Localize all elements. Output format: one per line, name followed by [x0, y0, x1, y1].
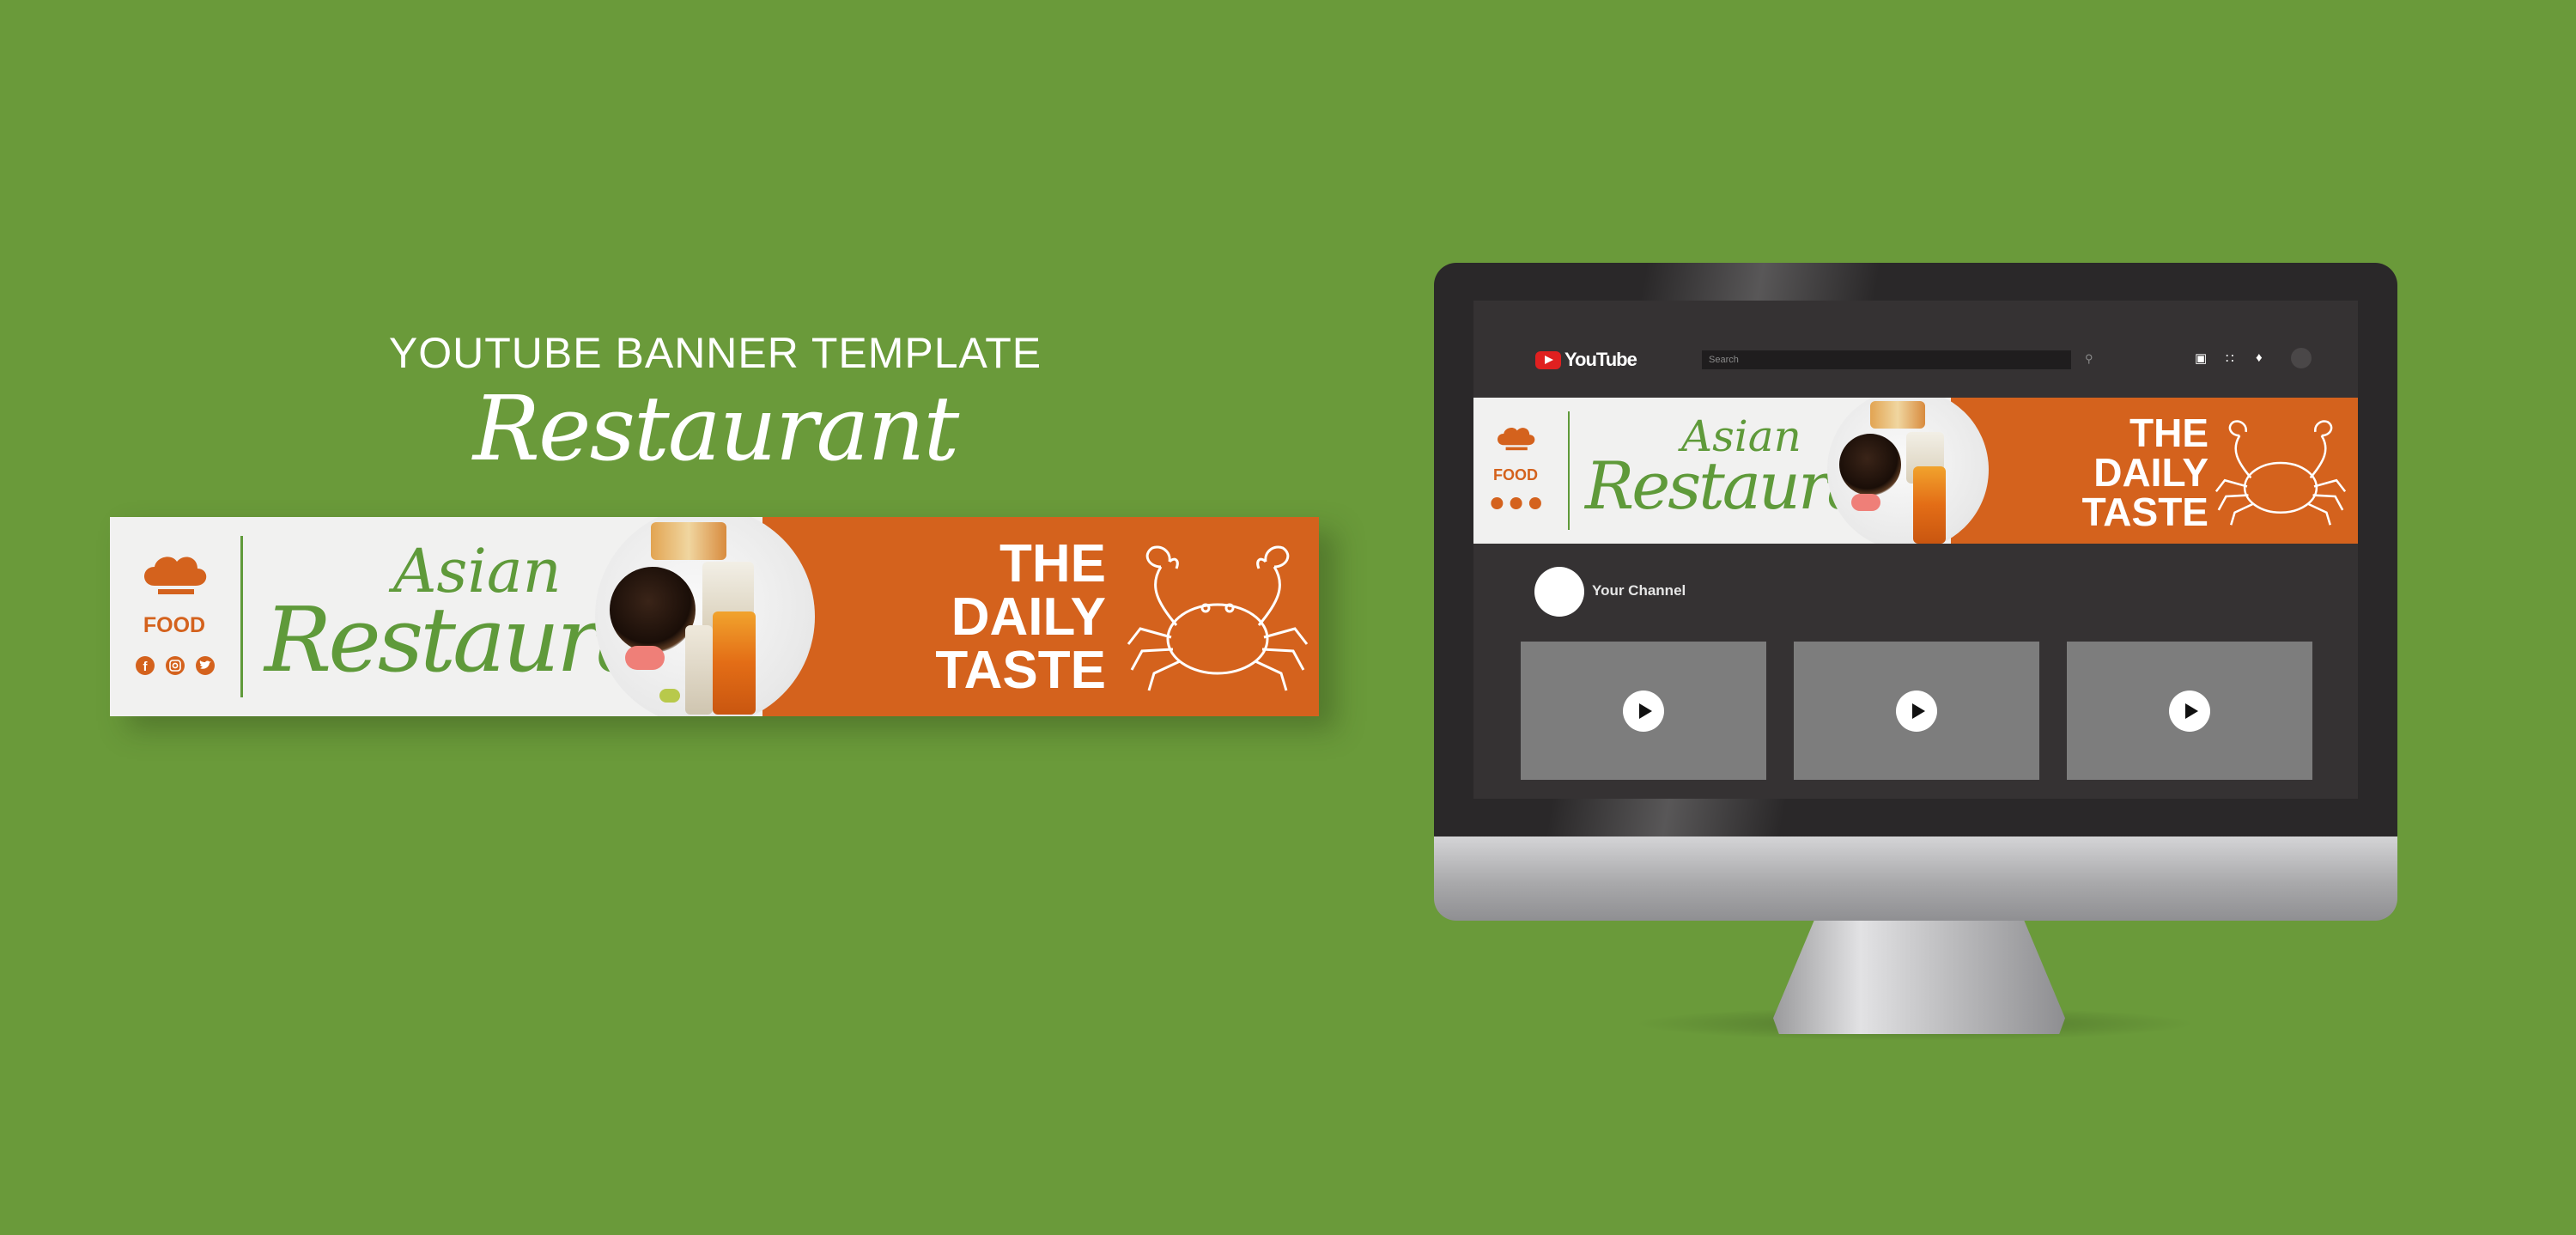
play-button-icon[interactable] — [2169, 691, 2210, 732]
video-thumbnail-1[interactable] — [1521, 642, 1766, 780]
tagline-line-3: TASTE — [2081, 490, 2208, 534]
youtube-logo-text: YouTube — [1564, 349, 1637, 370]
youtube-logo[interactable]: YouTube — [1535, 347, 1637, 373]
facebook-icon: f — [136, 656, 155, 675]
tagline-line-2: DAILY — [2093, 450, 2208, 495]
social-icons — [1491, 497, 1541, 509]
twitter-icon — [196, 656, 215, 675]
notifications-bell-icon[interactable]: ♦ — [2256, 350, 2263, 365]
tagline-line-2: DAILY — [951, 587, 1106, 647]
crab-icon — [2215, 420, 2347, 526]
banner-divider — [240, 536, 243, 697]
account-avatar[interactable] — [2291, 348, 2312, 368]
monitor-stand — [1773, 921, 2065, 1034]
tagline-line-3: TASTE — [935, 641, 1106, 700]
monitor-chin — [1434, 837, 2397, 921]
youtube-play-icon — [1535, 350, 1561, 369]
brand-label: FOOD — [143, 613, 206, 637]
apps-grid-icon[interactable]: ∷ — [2226, 350, 2234, 366]
banner-divider — [1568, 411, 1570, 530]
crab-icon — [1127, 545, 1309, 691]
video-thumbnail-3[interactable] — [2067, 642, 2312, 780]
headline-title: YOUTUBE BANNER TEMPLATE — [388, 329, 1042, 377]
instagram-icon — [166, 656, 185, 675]
social-icons: f — [136, 656, 215, 675]
play-button-icon[interactable] — [1896, 691, 1937, 732]
create-video-icon[interactable]: ▣ — [2195, 350, 2207, 366]
tagline-line-1: THE — [999, 534, 1106, 593]
channel-avatar[interactable] — [1534, 567, 1584, 617]
banner-preview: FOOD f Asian Restaurant THE DAILY TASTE — [110, 517, 1319, 716]
search-input[interactable] — [1702, 350, 2071, 369]
soy-sauce-bowl — [610, 567, 696, 653]
video-thumbnail-2[interactable] — [1794, 642, 2039, 780]
tagline-line-1: THE — [2129, 411, 2208, 455]
channel-banner: FOOD Asian Restaurant THE DAILY TASTE — [1473, 398, 2358, 544]
chef-hat-icon — [1498, 427, 1535, 451]
search-icon[interactable]: ⚲ — [2085, 352, 2093, 366]
play-button-icon[interactable] — [1623, 691, 1664, 732]
brand-label: FOOD — [1493, 466, 1538, 484]
headline-script: Restaurant — [472, 376, 960, 481]
chef-hat-icon — [144, 557, 207, 594]
channel-name[interactable]: Your Channel — [1592, 582, 1686, 599]
